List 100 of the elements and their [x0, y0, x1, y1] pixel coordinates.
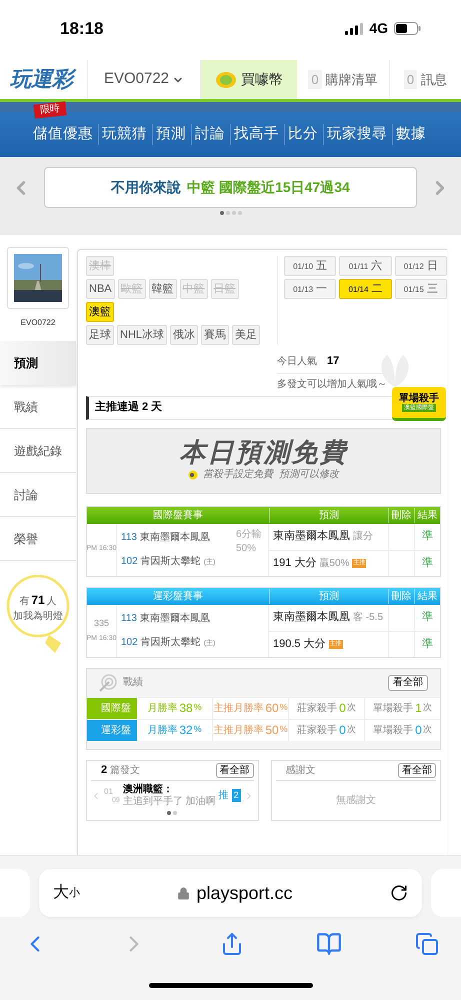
cart-link[interactable]: 0 購牌清單	[297, 60, 390, 99]
status-time: 18:18	[60, 18, 104, 40]
pick-detail: 讓分	[353, 530, 373, 544]
nav-link[interactable]: 儲值優惠	[30, 124, 96, 146]
game-result-note: 6分輸 50%	[236, 528, 263, 556]
sport-chip[interactable]: 足球	[86, 325, 114, 345]
column-header: 預測	[269, 588, 388, 604]
nav-link[interactable]: 數據	[392, 124, 429, 146]
stat-text: 月勝率 38%	[146, 700, 203, 717]
sport-chip[interactable]: NHL冰球	[117, 325, 168, 345]
pick-detail: 客 -5.5	[353, 610, 384, 625]
lightbulb-icon	[5, 575, 71, 655]
market-label: 運彩盤	[87, 720, 137, 740]
count-badge: 0	[308, 70, 322, 90]
count-badge: 0	[404, 70, 418, 90]
column-header: 結果	[414, 588, 440, 604]
market-label: 國際盤	[87, 698, 137, 718]
sidebar-tab[interactable]: 討論	[0, 473, 76, 517]
free-title: 本日預測免費	[180, 439, 348, 465]
nav-link[interactable]: 預測	[152, 124, 189, 146]
result-text: 準	[414, 524, 440, 550]
post-title[interactable]: 澳洲職籃：	[122, 784, 216, 796]
sidebar-tab[interactable]: 榮譽	[0, 517, 76, 561]
result-text: 準	[414, 550, 440, 576]
record-title: 戰績	[123, 676, 144, 690]
tabs-icon[interactable]	[415, 932, 439, 956]
reload-icon[interactable]	[390, 884, 408, 902]
team-number: 113	[121, 531, 137, 545]
target-icon	[99, 674, 117, 692]
team-name[interactable]: 肯因斯太攀蛇	[140, 554, 201, 569]
team-name[interactable]: 東南墨爾本鳳凰	[140, 530, 210, 545]
post-month: 01	[104, 786, 114, 796]
stat-text: 月勝率 32%	[146, 722, 203, 739]
sidebar-tab[interactable]: 戰績	[0, 385, 76, 429]
sport-chip[interactable]: 澳籃	[86, 302, 114, 322]
badge-title: 單場殺手	[399, 392, 439, 404]
column-header: 刪除	[388, 508, 414, 522]
view-all-button[interactable]: 看全部	[216, 762, 254, 778]
free-subtitle: 當殺手設定免費 預測可以修改	[203, 468, 339, 482]
sport-chip[interactable]: 韓籃	[148, 279, 177, 299]
address-bar[interactable]: 大小 playsport.cc	[39, 869, 422, 917]
buy-coins-button[interactable]: 買噱幣	[201, 60, 297, 99]
pick-detail: 贏50%	[319, 556, 350, 570]
banner-card[interactable]: 不用你來說 中籃 國際盤近15日47過34	[44, 167, 417, 208]
popularity-hint: 多發文可以增加人氣哦～	[277, 378, 387, 392]
lock-icon	[177, 886, 190, 900]
sport-chip[interactable]: 美足	[232, 325, 260, 345]
sidebar-tab[interactable]: 遊戲紀錄	[0, 429, 76, 473]
url-text: playsport.cc	[196, 882, 293, 905]
logo[interactable]: 玩運彩	[9, 66, 78, 94]
push-count: 2	[232, 788, 241, 802]
view-all-button[interactable]: 看全部	[398, 762, 436, 778]
result-text: 準	[414, 604, 440, 630]
team-name[interactable]: 肯因斯太攀蛇	[140, 635, 201, 650]
team-name[interactable]: 東南墨爾本鳳凰	[140, 611, 210, 626]
push-label: 推	[218, 789, 229, 803]
view-all-button[interactable]: 看全部	[388, 674, 428, 690]
popularity-value: 17	[327, 354, 340, 369]
column-header: 運彩盤賽事	[152, 590, 204, 604]
bookmarks-icon[interactable]	[316, 931, 342, 957]
banner-text: 不用你來說	[111, 178, 182, 197]
fans-count: 71	[31, 592, 45, 609]
sidebar-tab[interactable]: 預測	[0, 341, 76, 385]
nav-link[interactable]: 找高手	[230, 124, 282, 146]
coin-icon	[215, 70, 237, 88]
stat-text: 主推月勝率 50%	[212, 720, 288, 740]
sport-chip[interactable]: 賽馬	[201, 325, 230, 345]
column-header: 預測	[269, 508, 388, 522]
thanks-title: 感謝文	[286, 764, 317, 778]
sport-chip[interactable]: NBA	[86, 279, 115, 299]
text-size-small[interactable]: 小	[69, 884, 80, 902]
nav-link[interactable]: 玩家搜尋	[323, 124, 390, 146]
date-button[interactable]: 01/11 六	[339, 256, 392, 276]
fans-label[interactable]: 加我為明燈	[13, 609, 63, 624]
messages-link[interactable]: 0 訊息	[390, 60, 461, 99]
text-size-big[interactable]: 大	[53, 881, 69, 905]
avatar-frame[interactable]	[7, 247, 69, 309]
date-button[interactable]: 01/15 三	[394, 279, 447, 299]
pick-text: 191 大分	[273, 556, 316, 571]
nav-link[interactable]: 比分	[284, 124, 321, 146]
empty-message: 無感謝文	[334, 794, 377, 808]
pick-text: 東南墨爾本鳳凰	[273, 529, 350, 544]
fans-suffix: 人	[46, 595, 57, 609]
signal-icon	[345, 22, 364, 34]
posts-label: 篇發文	[110, 764, 142, 778]
battery-icon	[394, 22, 421, 35]
sport-chip[interactable]: 俄冰	[170, 325, 198, 345]
nav-link[interactable]: 討論	[191, 124, 228, 146]
lightbulb-icon	[188, 470, 200, 480]
date-button[interactable]: 01/14 二	[339, 279, 392, 299]
nav-link[interactable]: 玩競猜	[98, 124, 150, 146]
team-number: 113	[121, 612, 137, 626]
profile-name: EVO0722	[20, 317, 56, 329]
date-button[interactable]: 01/10 五	[284, 256, 336, 276]
game-number: 335	[94, 617, 110, 630]
date-button[interactable]: 01/13 一	[284, 279, 336, 299]
streak-text: 主推連過 2 天	[95, 400, 162, 416]
pick-text: 東南墨爾本鳳凰	[273, 610, 350, 626]
column-header: 刪除	[388, 588, 414, 604]
date-button[interactable]: 01/12 日	[394, 256, 447, 276]
